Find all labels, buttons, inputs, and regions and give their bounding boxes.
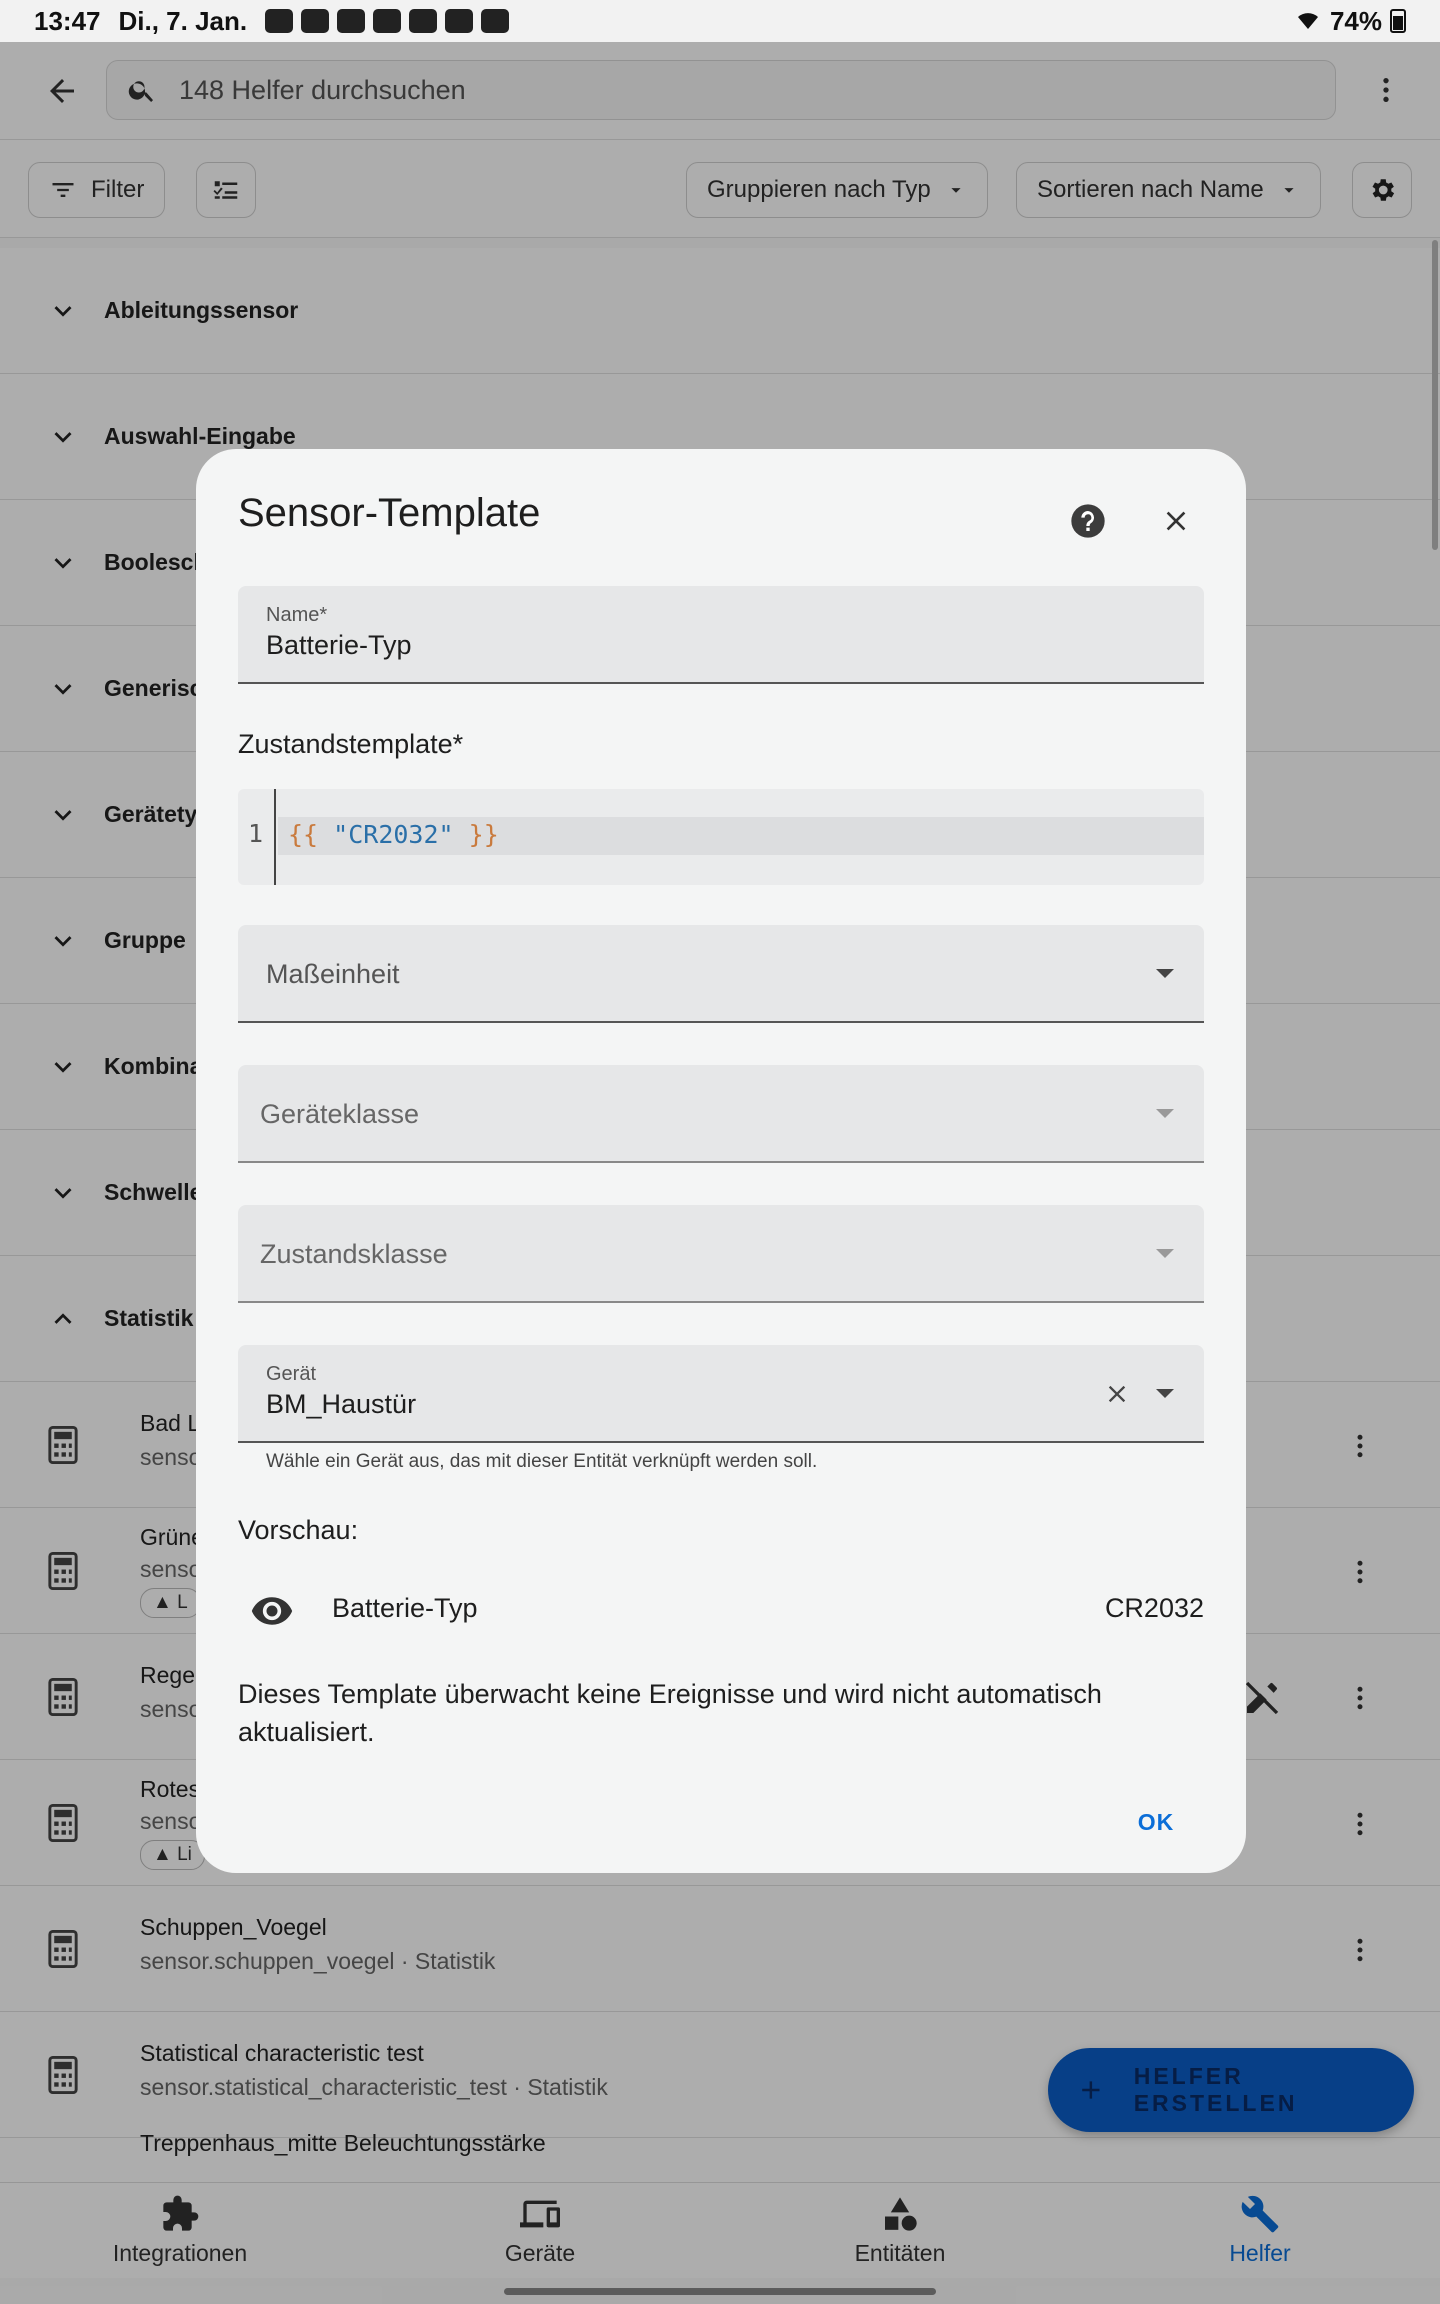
- close-icon: [1166, 511, 1186, 531]
- device-picker-value: BM_Haustür: [266, 1389, 417, 1419]
- notification-icon: [481, 9, 510, 33]
- preview-entity-name: Batterie-Typ: [332, 1593, 478, 1623]
- code-string: "CR2032": [333, 820, 454, 849]
- help-button[interactable]: [1062, 495, 1114, 547]
- unit-select-placeholder: Maßeinheit: [266, 959, 400, 989]
- ok-button[interactable]: OK: [1116, 1797, 1196, 1847]
- template-code-editor[interactable]: 1 {{ "CR2032" }}: [238, 789, 1204, 885]
- device-class-select[interactable]: Geräteklasse: [238, 1065, 1204, 1163]
- dropdown-arrow-icon: [1156, 1109, 1174, 1118]
- battery-icon: [1390, 9, 1406, 33]
- battery-percent: 74%: [1329, 5, 1382, 36]
- clear-button[interactable]: [1100, 1377, 1134, 1411]
- preview-row: Batterie-Typ CR2032: [238, 1581, 1204, 1641]
- state-template-label: Zustandstemplate*: [238, 729, 464, 759]
- dialog-title: Sensor-Template: [238, 491, 541, 535]
- notification-icon: [301, 9, 330, 33]
- status-date: Di., 7. Jan.: [118, 5, 248, 36]
- notification-icon: [265, 9, 294, 33]
- code-line: {{ "CR2032" }}: [288, 820, 499, 849]
- dropdown-arrow-icon[interactable]: [1156, 1389, 1174, 1398]
- code-brace-close: }}: [468, 820, 499, 849]
- name-field-value: Batterie-Typ: [266, 630, 412, 660]
- status-bar: 13:47 Di., 7. Jan. 74%: [0, 0, 1440, 42]
- dropdown-arrow-icon: [1156, 1249, 1174, 1258]
- notification-icon: [373, 9, 402, 33]
- device-picker-helper: Wähle ein Gerät aus, das mit dieser Enti…: [266, 1451, 818, 1472]
- status-right: 74%: [1294, 6, 1406, 37]
- notification-icon: [337, 9, 366, 33]
- template-info-text: Dieses Template überwacht keine Ereignis…: [238, 1679, 1102, 1747]
- notification-icon: [409, 9, 438, 33]
- preview-label: Vorschau:: [238, 1515, 359, 1545]
- state-class-placeholder: Zustandsklasse: [260, 1239, 448, 1269]
- help-circle-icon: [1071, 504, 1105, 538]
- state-class-select[interactable]: Zustandsklasse: [238, 1205, 1204, 1303]
- device-picker[interactable]: Gerät BM_Haustür: [238, 1345, 1204, 1443]
- line-number: 1: [248, 819, 264, 848]
- unit-select[interactable]: Maßeinheit: [238, 925, 1204, 1023]
- close-icon: [1108, 1385, 1126, 1403]
- preview-entity-state: CR2032: [1104, 1593, 1204, 1623]
- notification-icons: [265, 9, 510, 33]
- notification-icon: [445, 9, 474, 33]
- name-field-label: Name*: [266, 604, 328, 626]
- wifi-icon: [1297, 13, 1318, 29]
- sensor-template-dialog: Sensor-Template Name* Batterie-Typ Zusta…: [196, 449, 1246, 1873]
- status-time: 13:47: [34, 5, 101, 36]
- code-brace-open: {{: [288, 820, 319, 849]
- eye-icon: [251, 1597, 293, 1625]
- name-field[interactable]: Name* Batterie-Typ: [238, 586, 1204, 684]
- dropdown-arrow-icon: [1156, 969, 1174, 978]
- device-class-placeholder: Geräteklasse: [260, 1099, 420, 1129]
- close-button[interactable]: [1150, 495, 1202, 547]
- device-picker-label: Gerät: [266, 1363, 317, 1385]
